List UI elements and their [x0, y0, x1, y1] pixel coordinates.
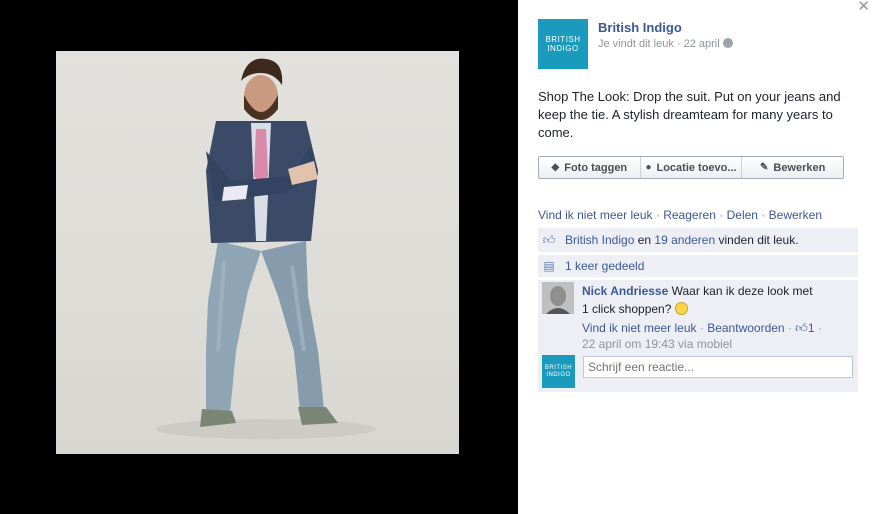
- comment-unlike-link[interactable]: Vind ik niet meer leuk: [582, 321, 697, 335]
- separator: ·: [719, 208, 724, 222]
- page-name-link[interactable]: British Indigo: [598, 20, 682, 35]
- post-meta-text: Je vindt dit leuk · 22 april: [598, 38, 720, 50]
- comment-link[interactable]: Reageren: [663, 208, 716, 222]
- unlike-link[interactable]: Vind ik niet meer leuk: [538, 208, 653, 222]
- logo-text-line1: BRITISH: [545, 35, 581, 44]
- shares-link[interactable]: 1 keer gedeeld: [565, 259, 644, 273]
- comment-time: 22 april om 19:43 via mobiel: [582, 337, 733, 351]
- reply-link[interactable]: Beantwoorden: [707, 321, 784, 335]
- post-action-links: Vind ik niet meer leuk · Reageren · Dele…: [538, 208, 822, 222]
- man-in-jeans-illustration: [156, 58, 376, 439]
- comment-body: Nick Andriesse Waar kan ik deze look met…: [582, 282, 822, 352]
- photo-stage: [0, 0, 518, 514]
- post-meta: Je vindt dit leuk · 22 april: [598, 38, 733, 50]
- likes-text: British Indigo en 19 anderen vinden dit …: [565, 233, 799, 247]
- edit-photo-button[interactable]: ✎ Bewerken: [742, 157, 843, 178]
- other-likers-link[interactable]: 19 anderen: [654, 233, 715, 247]
- comment-input[interactable]: [583, 356, 853, 378]
- add-location-label: Locatie toevo...: [656, 161, 737, 174]
- likes-and: en: [637, 233, 652, 247]
- post-photo[interactable]: [56, 51, 459, 454]
- separator: ·: [655, 208, 660, 222]
- likes-suffix: vinden dit leuk.: [718, 233, 799, 247]
- smiley-icon: [674, 302, 688, 315]
- comment-author-link[interactable]: Nick Andriesse: [582, 284, 668, 298]
- photo-actions-bar: ◆ Foto taggen ● Locatie toevo... ✎ Bewer…: [538, 156, 844, 179]
- post-panel: ✕ BRITISH INDIGO British Indigo Je vindt…: [518, 0, 878, 514]
- separator: ·: [761, 208, 766, 222]
- likes-summary: 👍︎ British Indigo en 19 anderen vinden d…: [538, 228, 858, 252]
- reply-avatar: BRITISH INDIGO: [542, 355, 575, 388]
- pencil-icon: ✎: [759, 162, 769, 173]
- post-text: Shop The Look: Drop the suit. Put on you…: [538, 89, 841, 140]
- map-pin-icon: ●: [645, 162, 652, 173]
- comment-like-count[interactable]: 👍︎1: [795, 321, 814, 335]
- comment-like-count-value: 1: [807, 321, 815, 335]
- share-link[interactable]: Delen: [727, 208, 758, 222]
- logo-text-line2: INDIGO: [547, 44, 579, 53]
- page-avatar[interactable]: BRITISH INDIGO: [538, 19, 588, 69]
- edit-photo-label: Bewerken: [773, 161, 826, 174]
- close-icon[interactable]: ✕: [857, 0, 870, 14]
- liker-page-link[interactable]: British Indigo: [565, 233, 634, 247]
- thumbs-up-icon: 👍︎: [795, 321, 808, 335]
- commenter-avatar[interactable]: [542, 282, 574, 314]
- tag-icon: ◆: [551, 162, 560, 173]
- add-location-button[interactable]: ● Locatie toevo...: [641, 157, 743, 178]
- edit-link[interactable]: Bewerken: [769, 208, 822, 222]
- comments-section: Nick Andriesse Waar kan ik deze look met…: [538, 280, 858, 392]
- avatar-face: [542, 282, 574, 314]
- tag-photo-button[interactable]: ◆ Foto taggen: [539, 157, 641, 178]
- tag-photo-label: Foto taggen: [564, 161, 628, 174]
- thumbs-up-icon: 👍︎: [542, 232, 556, 247]
- logo-text-line2: INDIGO: [546, 371, 571, 378]
- separator: ·: [817, 321, 822, 335]
- share-icon: ▤: [543, 259, 555, 273]
- logo-text-line1: BRITISH: [544, 364, 573, 371]
- separator: ·: [787, 321, 792, 335]
- comment-meta: Vind ik niet meer leuk · Beantwoorden · …: [582, 320, 822, 352]
- separator: ·: [699, 321, 704, 335]
- globe-icon: [722, 38, 733, 48]
- shares-summary: ▤ 1 keer gedeeld: [538, 255, 858, 277]
